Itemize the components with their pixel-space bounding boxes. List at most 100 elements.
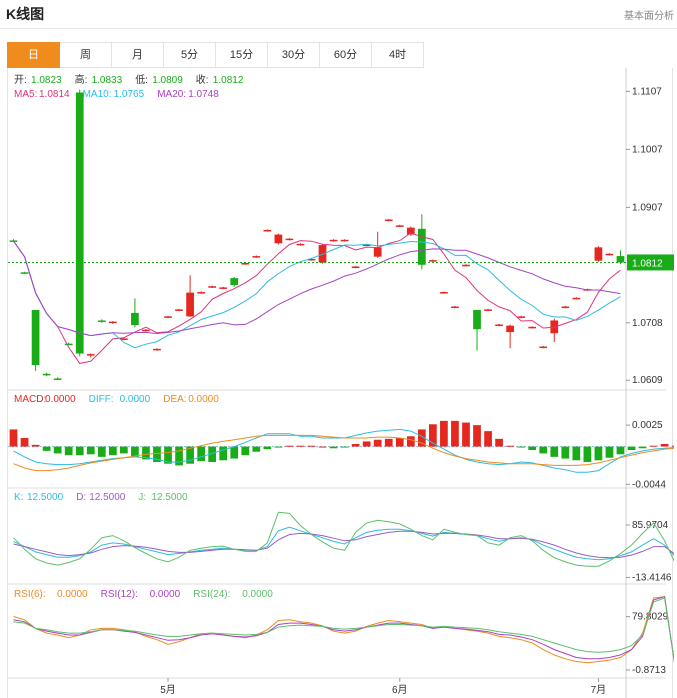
macd-value: 0.0000	[45, 394, 76, 405]
kdj-label: K:	[14, 492, 23, 503]
page-title: K线图	[6, 6, 45, 22]
price-tick-label: 1.0708	[632, 318, 663, 329]
tab-0[interactable]: 日	[7, 42, 60, 68]
rsi12-line	[13, 596, 674, 663]
macd-tick-label: 0.0025	[632, 420, 663, 431]
candle-body	[64, 343, 73, 346]
ohlc-label: 高:	[75, 73, 88, 86]
macd-bar	[583, 446, 592, 462]
macd-bar	[517, 446, 526, 448]
macd-bar	[406, 436, 415, 447]
period-tabs: 日周月 5分 15分 30分 60分 4时	[7, 42, 424, 68]
rsi6-line	[13, 596, 674, 664]
kdj-value: 12.5000	[89, 492, 126, 503]
macd-bar	[561, 446, 570, 459]
ma-value: 1.0765	[114, 89, 145, 100]
candle-body	[31, 310, 40, 366]
macd-bar	[495, 438, 503, 447]
macd-bar	[318, 446, 327, 448]
macd-bar	[616, 446, 625, 455]
macd-bar	[528, 446, 537, 450]
candle-body	[462, 264, 470, 267]
macd-bar	[649, 445, 658, 447]
macd-value: 0.0000	[188, 394, 219, 405]
candle-body	[429, 260, 437, 262]
macd-bar	[86, 446, 95, 455]
ma-value: 1.0748	[188, 89, 219, 100]
macd-label: MACD:	[14, 394, 46, 405]
candle-body	[351, 266, 360, 269]
candle-body	[263, 229, 272, 232]
rsi24-line	[13, 597, 674, 663]
ma5-line	[13, 232, 621, 364]
tab-3[interactable]: 5分	[164, 42, 216, 68]
kdj-label: D:	[76, 492, 86, 503]
macd-bar	[31, 444, 40, 447]
price-tick-label: 1.0907	[632, 202, 663, 213]
macd-bar	[97, 446, 106, 457]
ohlc-value: 1.0833	[92, 75, 123, 86]
price-tick-label: 1.1007	[632, 144, 663, 155]
price-tick-label: 1.1107	[632, 86, 662, 97]
x-tick-label: 5月	[160, 684, 176, 696]
macd-bar	[197, 446, 205, 462]
candle-body	[42, 373, 51, 376]
macd-bar	[638, 446, 647, 449]
fundamental-analysis-link[interactable]: 基本面分析	[624, 7, 674, 22]
candle-body	[616, 256, 625, 263]
macd-bar	[462, 422, 470, 447]
current-price-label: 1.0812	[632, 258, 663, 269]
tab-5[interactable]: 30分	[268, 42, 320, 68]
rsi-tick-label: -0.8713	[632, 665, 666, 676]
ma-value: 1.0814	[39, 89, 70, 100]
candle-body	[230, 278, 239, 286]
macd-bar	[451, 420, 459, 447]
tab-2[interactable]: 月	[112, 42, 164, 68]
candle-body	[208, 286, 217, 288]
candle-body	[594, 247, 603, 261]
candle-body	[473, 310, 481, 330]
macd-bar	[20, 438, 29, 447]
candle-body	[75, 92, 84, 354]
candle-body	[517, 316, 526, 318]
macd-bar	[108, 446, 117, 456]
macd-bar	[440, 420, 448, 447]
candle-body	[197, 292, 205, 294]
macd-bar	[75, 446, 84, 456]
kdj-value: 12.5000	[151, 492, 188, 503]
ohlc-value: 1.0823	[31, 75, 62, 86]
tab-4[interactable]: 15分	[216, 42, 268, 68]
tab-7[interactable]: 4时	[372, 42, 424, 68]
candle-body	[164, 316, 172, 318]
candle-body	[142, 329, 150, 332]
candle-body	[561, 306, 570, 309]
candle-body	[539, 346, 548, 349]
macd-bar	[671, 445, 674, 447]
macd-bar	[252, 446, 261, 452]
macd-bar	[307, 445, 316, 447]
macd-bar	[384, 438, 393, 447]
candle-body	[241, 263, 250, 265]
tab-6[interactable]: 60分	[320, 42, 372, 68]
macd-bar	[120, 446, 128, 454]
candle-body	[572, 297, 581, 300]
candle-body	[506, 325, 514, 333]
macd-bar	[550, 446, 559, 457]
candle-body	[329, 239, 338, 242]
macd-bar	[219, 446, 228, 461]
candle-body	[440, 292, 448, 294]
candle-body	[340, 239, 349, 242]
x-tick-label: 6月	[392, 684, 408, 696]
candle-body	[131, 312, 139, 326]
macd-bar	[241, 446, 250, 456]
macd-bar	[572, 446, 581, 461]
candle-body	[153, 348, 161, 351]
macd-bar	[64, 446, 73, 456]
macd-bar	[274, 446, 283, 448]
macd-bar	[362, 441, 371, 447]
ohlc-label: 低:	[135, 73, 148, 86]
tab-1[interactable]: 周	[60, 42, 112, 68]
ohlc-label: 收:	[196, 73, 209, 86]
candle-body	[528, 326, 537, 329]
kline-chart[interactable]: 1.1107 1.1007 1.0907 1.0708 1.0609 1.0812 开: 1.…	[8, 68, 674, 698]
